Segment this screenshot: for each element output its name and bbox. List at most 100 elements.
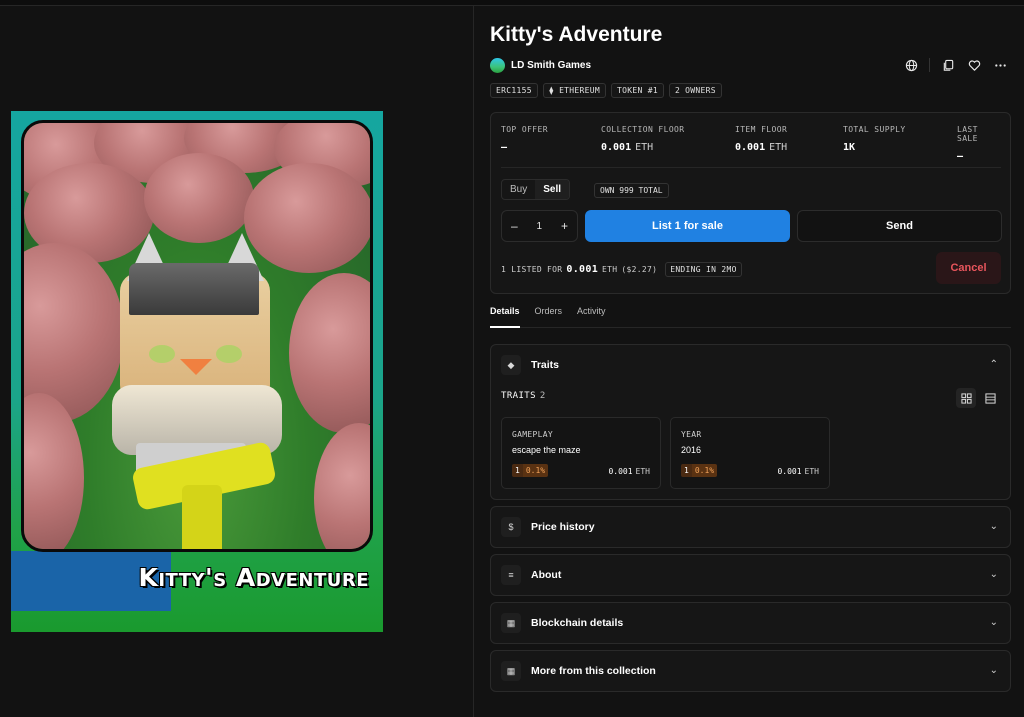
stat-value: –: [957, 151, 1001, 162]
creator-avatar: [490, 58, 505, 73]
stat-value: 1K: [843, 142, 906, 153]
collection-icon: ▦: [501, 661, 521, 681]
stat-item-floor: ITEM FLOOR 0.001 ETH: [735, 125, 787, 153]
stat-label: ITEM FLOOR: [735, 125, 788, 134]
quantity-value[interactable]: 1: [537, 221, 543, 232]
buy-sell-toggle: Buy Sell: [501, 179, 571, 200]
trait-price-value: 0.001: [608, 467, 633, 476]
buy-option[interactable]: Buy: [502, 180, 535, 199]
cat-eye: [216, 345, 242, 363]
traits-count-value: 2: [539, 391, 546, 401]
trait-type: YEAR: [681, 430, 702, 439]
chip-token: TOKEN #1: [611, 83, 664, 98]
sell-option[interactable]: Sell: [535, 180, 570, 199]
listed-prefix: 1 LISTED FOR: [501, 265, 563, 274]
trait-card[interactable]: GAMEPLAY escape the maze 1 0.1% 0.001 ETH: [501, 417, 661, 489]
stat-number: 0.001: [601, 142, 632, 153]
decrement-button[interactable]: –: [511, 219, 518, 233]
copy-icon[interactable]: [940, 57, 956, 73]
nft-artwork[interactable]: Kitty's Adventure: [11, 111, 383, 632]
chevron-down-icon[interactable]: ⌄: [990, 521, 998, 532]
traits-panel: ◆ Traits ⌃ TRAITS 2 GAMEPLAY escape the m…: [490, 344, 1011, 500]
listed-unit: ETH: [602, 265, 618, 274]
stat-unit: ETH: [769, 142, 788, 153]
media-panel: Kitty's Adventure: [0, 6, 474, 717]
chevron-up-icon[interactable]: ⌃: [990, 359, 998, 370]
stat-value: 0.001 ETH: [735, 142, 787, 153]
traits-panel-header[interactable]: ◆ Traits: [501, 355, 559, 375]
trait-value: 2016: [681, 445, 702, 455]
price-history-panel[interactable]: $ Price history ⌄: [490, 506, 1011, 548]
rock: [144, 153, 254, 243]
more-from-collection-panel[interactable]: ▦ More from this collection ⌄: [490, 650, 1011, 692]
chevron-down-icon[interactable]: ⌄: [990, 617, 998, 628]
trait-type: GAMEPLAY: [512, 430, 553, 439]
trait-price: 0.001 ETH: [777, 467, 819, 476]
traits-count-label: TRAITS: [501, 391, 536, 401]
traits-count: TRAITS 2: [501, 391, 546, 401]
trait-count: 1: [681, 464, 692, 477]
trait-rarity-percent: 0.1%: [691, 464, 718, 477]
stat-value: –: [501, 142, 548, 153]
stat-label: TOTAL SUPPLY: [843, 125, 906, 134]
list-for-sale-button[interactable]: List 1 for sale: [585, 210, 790, 242]
trait-rarity: 1 0.1%: [681, 464, 718, 477]
chip-standard: ERC1155: [490, 83, 538, 98]
trait-rarity-percent: 0.1%: [522, 464, 549, 477]
chip-owners[interactable]: 2 OWNERS: [668, 83, 722, 98]
about-panel[interactable]: ≡ About ⌄: [490, 554, 1011, 596]
cancel-listing-button[interactable]: Cancel: [936, 252, 1001, 284]
stat-number: 0.001: [735, 142, 766, 153]
rock: [289, 273, 370, 433]
letter-i-shape: [131, 440, 277, 549]
send-button[interactable]: Send: [797, 210, 1002, 242]
blockchain-icon: ▦: [501, 613, 521, 633]
listed-usd: ($2.27): [621, 265, 658, 274]
trait-card[interactable]: YEAR 2016 1 0.1% 0.001 ETH: [670, 417, 830, 489]
list-view-icon[interactable]: [980, 388, 1000, 408]
panel-header: ▦ Blockchain details: [501, 613, 623, 633]
trait-value: escape the maze: [512, 445, 581, 455]
traits-view-toggle: [956, 388, 1000, 408]
chip-chain[interactable]: ⧫ ETHEREUM: [542, 83, 606, 98]
trait-price-unit: ETH: [804, 467, 819, 476]
stat-number: 1K: [843, 142, 856, 153]
tab-details[interactable]: Details: [490, 306, 520, 328]
chevron-down-icon[interactable]: ⌄: [990, 569, 998, 580]
panel-header: $ Price history: [501, 517, 595, 537]
heart-icon[interactable]: [966, 57, 982, 73]
tab-orders[interactable]: Orders: [535, 306, 563, 327]
globe-icon[interactable]: [903, 57, 919, 73]
stat-number: –: [957, 151, 964, 162]
more-icon[interactable]: [992, 57, 1008, 73]
creator-name: LD Smith Games: [511, 60, 592, 71]
panel-title: More from this collection: [531, 665, 656, 677]
dollar-icon: $: [501, 517, 521, 537]
cat-hat: [129, 263, 259, 315]
panel-header: ≡ About: [501, 565, 561, 585]
blockchain-details-panel[interactable]: ▦ Blockchain details ⌄: [490, 602, 1011, 644]
quantity-stepper: – 1 +: [501, 210, 578, 242]
item-title: Kitty's Adventure: [490, 23, 663, 46]
chip-chain-label: ETHEREUM: [559, 86, 600, 95]
panel-title: Blockchain details: [531, 617, 624, 629]
tab-activity[interactable]: Activity: [577, 306, 606, 327]
stats-row: TOP OFFER – COLLECTION FLOOR 0.001 ETH IT…: [501, 125, 1001, 162]
divider: [501, 167, 1001, 168]
increment-button[interactable]: +: [561, 219, 568, 233]
stat-last-sale: LAST SALE –: [957, 125, 1001, 162]
item-actions: [903, 57, 1008, 73]
trade-box: TOP OFFER – COLLECTION FLOOR 0.001 ETH IT…: [490, 112, 1011, 294]
panel-header: ▦ More from this collection: [501, 661, 656, 681]
stat-number: –: [501, 142, 508, 153]
trait-count: 1: [512, 464, 523, 477]
stat-top-offer: TOP OFFER –: [501, 125, 548, 153]
grid-view-icon[interactable]: [956, 388, 976, 408]
chevron-down-icon[interactable]: ⌄: [990, 665, 998, 676]
ethereum-icon: ⧫: [548, 86, 560, 95]
stat-label: COLLECTION FLOOR: [601, 125, 685, 134]
stat-value: 0.001 ETH: [601, 142, 684, 153]
detail-tabs: Details Orders Activity: [490, 306, 1011, 328]
traits-panel-title: Traits: [531, 359, 560, 371]
creator-link[interactable]: LD Smith Games: [490, 58, 591, 73]
